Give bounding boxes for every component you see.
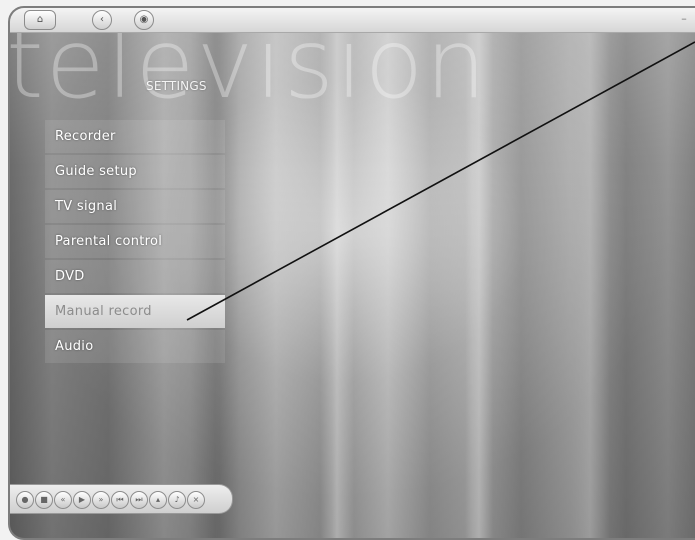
title-bar: ⌂ ‹ ◉ – bbox=[10, 8, 695, 33]
record-icon[interactable]: ● bbox=[16, 491, 34, 509]
skip-forward-icon[interactable]: ⏭ bbox=[130, 491, 148, 509]
menu-item-dvd[interactable]: DVD bbox=[45, 260, 225, 293]
back-icon[interactable]: ‹ bbox=[92, 10, 112, 30]
settings-menu: Recorder Guide setup TV signal Parental … bbox=[45, 120, 225, 365]
media-icon[interactable]: ◉ bbox=[134, 10, 154, 30]
menu-item-recorder[interactable]: Recorder bbox=[45, 120, 225, 153]
background-light-beam bbox=[570, 8, 610, 538]
menu-item-manual-record[interactable]: Manual record bbox=[45, 295, 225, 328]
menu-item-audio[interactable]: Audio bbox=[45, 330, 225, 363]
minimize-icon[interactable]: – bbox=[678, 13, 690, 26]
mute-icon[interactable]: × bbox=[187, 491, 205, 509]
volume-icon[interactable]: ♪ bbox=[168, 491, 186, 509]
menu-item-guide-setup[interactable]: Guide setup bbox=[45, 155, 225, 188]
background-light-beam bbox=[465, 8, 493, 538]
fast-forward-icon[interactable]: » bbox=[92, 491, 110, 509]
rewind-icon[interactable]: « bbox=[54, 491, 72, 509]
stop-icon[interactable]: ■ bbox=[35, 491, 53, 509]
page-title: SETTINGS bbox=[146, 79, 207, 93]
media-center-window: television ⌂ ‹ ◉ – SETTINGS Recorder Gui… bbox=[8, 6, 695, 540]
home-icon[interactable]: ⌂ bbox=[24, 10, 56, 30]
transport-controls: ● ■ « ▶ » ⏮ ⏭ ▴ ♪ × bbox=[10, 484, 233, 514]
menu-item-tv-signal[interactable]: TV signal bbox=[45, 190, 225, 223]
play-icon[interactable]: ▶ bbox=[73, 491, 91, 509]
background-light-beam bbox=[320, 8, 354, 538]
menu-item-parental-control[interactable]: Parental control bbox=[45, 225, 225, 258]
channel-icon[interactable]: ▴ bbox=[149, 491, 167, 509]
skip-back-icon[interactable]: ⏮ bbox=[111, 491, 129, 509]
